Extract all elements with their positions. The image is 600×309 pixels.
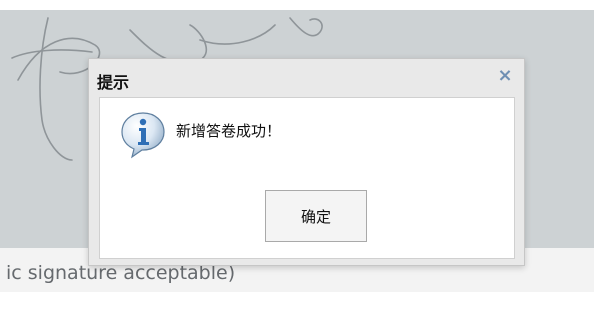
alert-dialog: 提示 × 新增答卷成功！ 确定 <box>88 58 525 266</box>
info-icon <box>121 112 165 159</box>
dialog-body: 新增答卷成功！ 确定 <box>99 97 515 259</box>
close-icon[interactable]: × <box>496 65 514 87</box>
screen: ic signature acceptable) 提示 × 新增答卷成功！ 确定 <box>0 0 600 309</box>
confirm-button[interactable]: 确定 <box>265 190 367 242</box>
dialog-title: 提示 <box>97 73 130 92</box>
dialog-message: 新增答卷成功！ <box>176 122 282 140</box>
